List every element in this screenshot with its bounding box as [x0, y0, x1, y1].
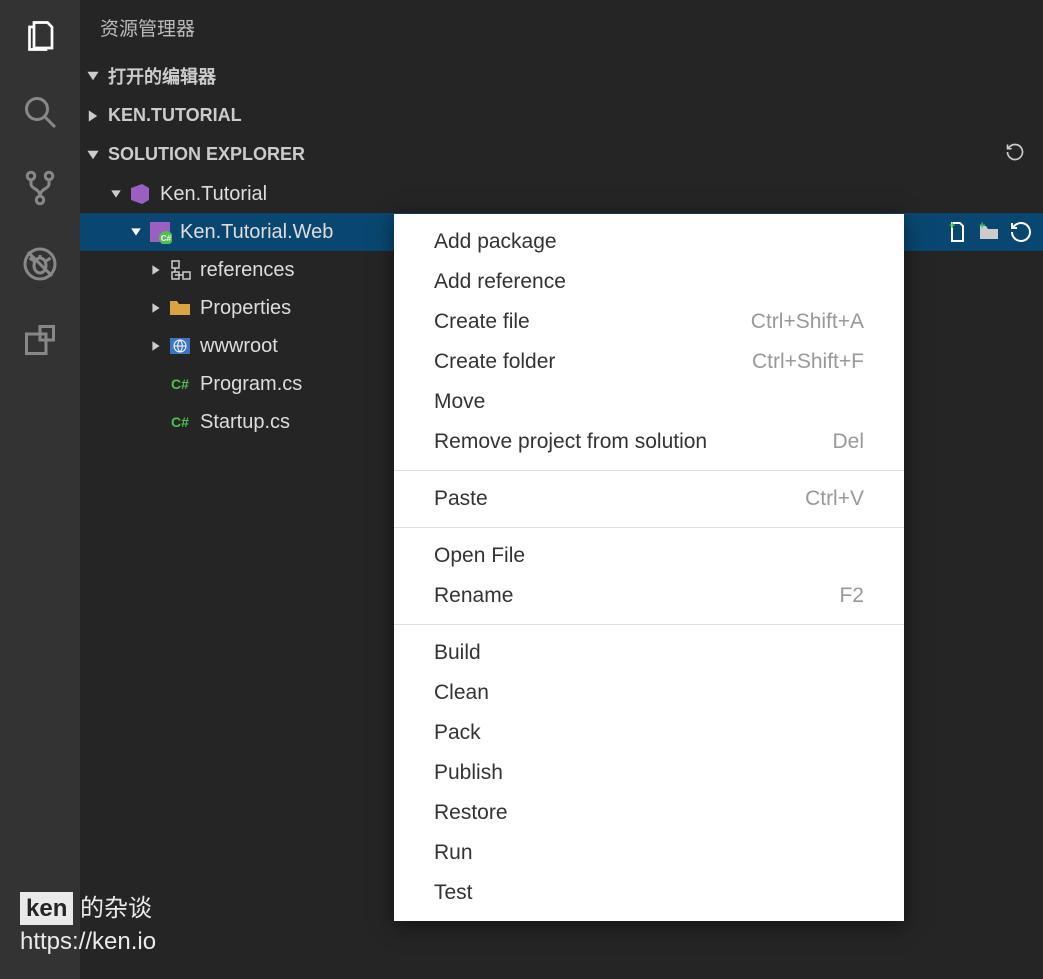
menu-shortcut: Ctrl+V	[805, 487, 864, 511]
chevron-right-icon	[86, 109, 100, 123]
chevron-down-icon	[86, 69, 100, 83]
tree-item-label: Startup.cs	[200, 411, 290, 434]
ken-tutorial-header[interactable]: KEN.TUTORIAL	[80, 97, 1043, 134]
refresh-icon[interactable]	[1009, 220, 1033, 244]
menu-label: Clean	[434, 681, 489, 705]
tree-project-label: Ken.Tutorial.Web	[180, 221, 333, 244]
globe-folder-icon	[168, 334, 192, 358]
menu-create-file[interactable]: Create file Ctrl+Shift+A	[394, 302, 904, 342]
svg-text:+: +	[949, 220, 955, 232]
menu-restore[interactable]: Restore	[394, 793, 904, 833]
solution-explorer-header[interactable]: SOLUTION EXPLORER	[80, 134, 1043, 175]
menu-label: Build	[434, 641, 481, 665]
svg-text:C#: C#	[161, 234, 172, 243]
menu-shortcut: Del	[832, 430, 864, 454]
menu-label: Open File	[434, 544, 525, 568]
menu-test[interactable]: Test	[394, 873, 904, 913]
menu-build[interactable]: Build	[394, 633, 904, 673]
tree-item-label: references	[200, 259, 295, 282]
watermark: ken 的杂谈 https://ken.io	[20, 892, 156, 959]
chevron-right-icon	[150, 264, 162, 276]
extensions-icon[interactable]	[22, 322, 58, 358]
menu-move[interactable]: Move	[394, 382, 904, 422]
menu-label: Create folder	[434, 350, 555, 374]
menu-clean[interactable]: Clean	[394, 673, 904, 713]
csharp-file-icon: C#	[168, 376, 192, 392]
chevron-down-icon	[86, 148, 100, 162]
chevron-right-icon	[150, 302, 162, 314]
menu-shortcut: Ctrl+Shift+A	[751, 310, 864, 334]
menu-create-folder[interactable]: Create folder Ctrl+Shift+F	[394, 342, 904, 382]
menu-publish[interactable]: Publish	[394, 753, 904, 793]
chevron-down-icon	[130, 226, 142, 238]
solution-explorer-label: SOLUTION EXPLORER	[108, 144, 305, 165]
menu-paste[interactable]: Paste Ctrl+V	[394, 479, 904, 519]
search-icon[interactable]	[22, 94, 58, 130]
activity-bar	[0, 0, 80, 979]
source-control-icon[interactable]	[22, 170, 58, 206]
tree-root-label: Ken.Tutorial	[160, 183, 267, 206]
tree-item-label: Properties	[200, 297, 291, 320]
project-actions: + +	[945, 220, 1033, 244]
chevron-down-icon	[110, 188, 122, 200]
menu-label: Remove project from solution	[434, 430, 707, 454]
menu-add-reference[interactable]: Add reference	[394, 262, 904, 302]
explorer-title: 资源管理器	[80, 0, 1043, 55]
menu-open-file[interactable]: Open File	[394, 536, 904, 576]
menu-label: Add reference	[434, 270, 566, 294]
csharp-file-icon: C#	[168, 414, 192, 430]
watermark-text: 的杂谈	[80, 895, 152, 922]
new-file-icon[interactable]: +	[945, 220, 969, 244]
menu-label: Rename	[434, 584, 513, 608]
menu-rename[interactable]: Rename F2	[394, 576, 904, 616]
tree-item-label: wwwroot	[200, 335, 278, 358]
svg-text:+: +	[979, 220, 985, 232]
refresh-icon[interactable]	[1005, 142, 1025, 167]
references-icon	[168, 258, 192, 282]
tree-solution-root[interactable]: Ken.Tutorial	[80, 175, 1043, 213]
menu-label: Add package	[434, 230, 557, 254]
menu-label: Paste	[434, 487, 488, 511]
chevron-right-icon	[150, 340, 162, 352]
menu-label: Run	[434, 841, 473, 865]
watermark-url: https://ken.io	[20, 925, 156, 959]
menu-label: Publish	[434, 761, 503, 785]
menu-add-package[interactable]: Add package	[394, 222, 904, 262]
ken-tutorial-label: KEN.TUTORIAL	[108, 105, 242, 126]
menu-label: Create file	[434, 310, 530, 334]
watermark-tag: ken	[20, 892, 73, 926]
menu-remove-project[interactable]: Remove project from solution Del	[394, 422, 904, 462]
context-menu: Add package Add reference Create file Ct…	[394, 214, 904, 921]
menu-shortcut: Ctrl+Shift+F	[752, 350, 864, 374]
files-icon[interactable]	[22, 18, 58, 54]
menu-pack[interactable]: Pack	[394, 713, 904, 753]
menu-label: Restore	[434, 801, 508, 825]
menu-label: Test	[434, 881, 473, 905]
tree-item-label: Program.cs	[200, 373, 302, 396]
new-folder-icon[interactable]: +	[977, 220, 1001, 244]
menu-run[interactable]: Run	[394, 833, 904, 873]
menu-label: Move	[434, 390, 485, 414]
menu-label: Pack	[434, 721, 481, 745]
csproj-icon: C#	[148, 220, 172, 244]
debug-disabled-icon[interactable]	[22, 246, 58, 282]
open-editors-header[interactable]: 打开的编辑器	[80, 55, 1043, 97]
menu-shortcut: F2	[839, 584, 864, 608]
folder-icon	[168, 296, 192, 320]
open-editors-label: 打开的编辑器	[108, 63, 216, 89]
vs-solution-icon	[128, 182, 152, 206]
